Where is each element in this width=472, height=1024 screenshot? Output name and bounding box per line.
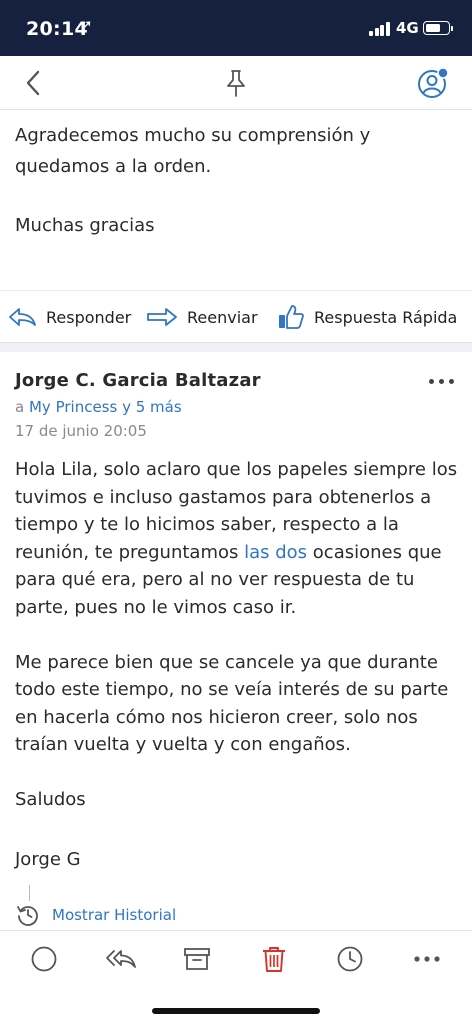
- thread-line: [29, 885, 30, 901]
- forward-label: Reenviar: [187, 307, 258, 327]
- previous-message-line: quedamos a la orden.: [15, 156, 212, 177]
- history-label: Mostrar Historial: [52, 906, 177, 924]
- reply-button[interactable]: Responder: [8, 291, 131, 343]
- message-paragraph: Me parece bien que se cancele ya que dur…: [15, 651, 449, 756]
- mark-button[interactable]: [19, 931, 69, 987]
- clock-icon: [337, 946, 363, 972]
- archive-button[interactable]: [172, 931, 222, 987]
- back-button[interactable]: [10, 56, 56, 110]
- message-actions: Responder Reenviar Respuesta Rápida: [0, 290, 472, 342]
- more-icon: [414, 956, 440, 962]
- account-status-icon: [418, 67, 449, 98]
- reply-all-icon: [106, 950, 136, 968]
- location-arrow-icon: ➚: [80, 16, 93, 34]
- inline-link[interactable]: las dos: [244, 542, 307, 563]
- pin-icon: [227, 70, 245, 97]
- previous-message-line: Agradecemos mucho su comprensión y: [15, 125, 371, 146]
- reply-icon: [9, 308, 36, 326]
- status-bar: 20:14 ➚ 4G: [0, 0, 472, 56]
- forward-icon: [147, 308, 177, 326]
- battery-icon: [423, 21, 453, 35]
- delete-button[interactable]: [249, 931, 299, 987]
- previous-message-body: Agradecemos mucho su comprensión y queda…: [15, 120, 460, 241]
- reply-label: Responder: [46, 307, 132, 327]
- recipients-link[interactable]: My Princess y 5 más: [29, 398, 182, 416]
- nav-bar: [0, 56, 472, 110]
- recipients-prefix: a: [15, 398, 25, 416]
- reply-all-button[interactable]: [96, 931, 146, 987]
- network-type: 4G: [396, 19, 419, 37]
- forward-button[interactable]: Reenviar: [146, 291, 258, 343]
- archive-icon: [184, 948, 210, 970]
- message-body: Hola Lila, solo aclaro que los papeles s…: [15, 456, 465, 873]
- bottom-toolbar: [0, 930, 472, 990]
- trash-icon: [263, 947, 285, 972]
- message-date: 17 de junio 20:05: [15, 422, 147, 440]
- more-button[interactable]: [402, 931, 452, 987]
- status-time: 20:14: [26, 18, 88, 40]
- message-paragraph: Hola Lila, solo aclaro que los papeles s…: [15, 456, 465, 621]
- chevron-left-icon: [26, 70, 40, 96]
- recipients: a My Princess y 5 más: [15, 398, 182, 416]
- message-more-button[interactable]: [423, 370, 459, 392]
- thumbs-up-icon: [279, 305, 304, 329]
- message-divider: [0, 342, 472, 352]
- message-greeting: Saludos: [15, 789, 86, 810]
- snooze-button[interactable]: [325, 931, 375, 987]
- quick-reply-label: Respuesta Rápida: [314, 307, 458, 327]
- previous-message-closing: Muchas gracias: [15, 215, 155, 236]
- account-button[interactable]: [410, 56, 456, 110]
- show-history-button[interactable]: Mostrar Historial: [16, 902, 176, 928]
- home-indicator[interactable]: [152, 1008, 320, 1014]
- signal-bars-icon: [369, 22, 391, 36]
- circle-icon: [31, 946, 57, 972]
- pin-button[interactable]: [214, 56, 258, 110]
- history-icon: [17, 906, 38, 926]
- message-signature: Jorge G: [15, 848, 81, 870]
- quick-reply-button[interactable]: Respuesta Rápida: [277, 291, 457, 343]
- sender-name[interactable]: Jorge C. Garcia Baltazar: [15, 370, 261, 391]
